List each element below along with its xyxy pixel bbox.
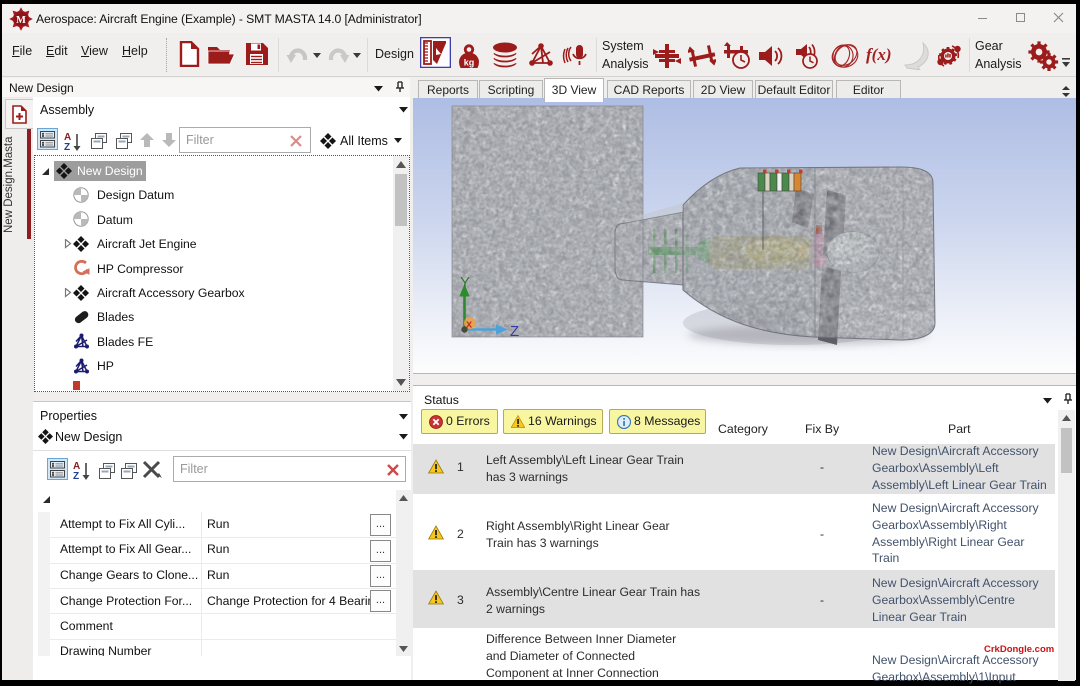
- svg-text:Y: Y: [460, 274, 470, 291]
- svg-text:M: M: [16, 15, 26, 26]
- svg-text:kg: kg: [464, 58, 475, 68]
- svg-text:Z: Z: [510, 323, 519, 340]
- svg-text:Z: Z: [73, 471, 79, 480]
- svg-text:Z: Z: [64, 142, 70, 151]
